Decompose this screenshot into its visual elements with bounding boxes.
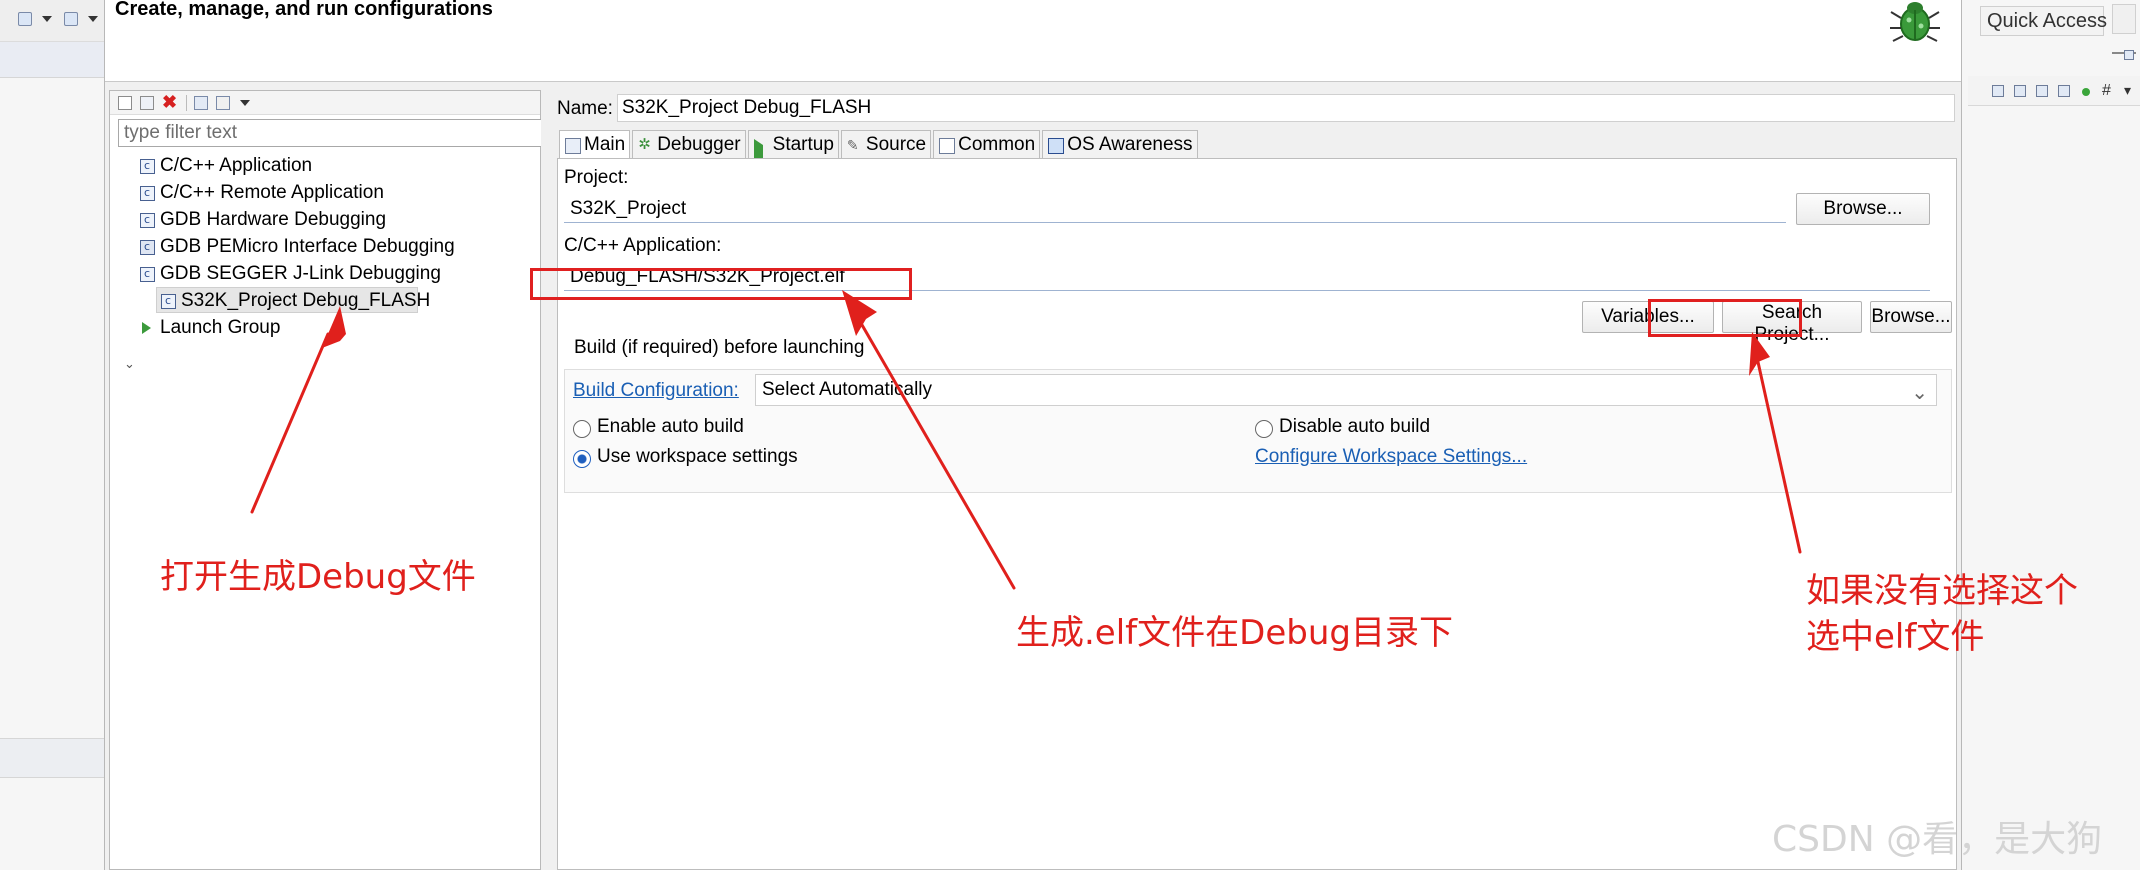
tab-os-awareness[interactable]: OS Awareness	[1042, 130, 1198, 158]
tab-common[interactable]: Common	[933, 130, 1041, 158]
dialog-title: Create, manage, and run configurations	[115, 0, 493, 20]
main-tab-icon	[565, 138, 581, 154]
disable-auto-build-label: Disable auto build	[1279, 416, 1431, 437]
configuration-tree-pane: ✖ C/C++ Application C/C++ Remote Applica…	[109, 90, 542, 870]
common-icon	[939, 138, 956, 154]
tab-label: Common	[958, 134, 1036, 155]
tree-item-label: Launch Group	[160, 317, 281, 338]
tree-item-label: GDB SEGGER J-Link Debugging	[160, 263, 441, 284]
view-menu-icon[interactable]	[240, 100, 250, 106]
c-config-icon	[140, 180, 155, 206]
ide-toolbar	[0, 0, 104, 42]
duplicate-icon[interactable]	[140, 96, 154, 110]
tree-item-label: GDB PEMicro Interface Debugging	[160, 236, 455, 257]
maximize-icon[interactable]	[2124, 50, 2134, 60]
pemicro-icon	[140, 234, 155, 260]
hide-fields-icon[interactable]	[2036, 85, 2048, 97]
ide-right-background	[1962, 0, 2140, 870]
ide-left-view-tab	[0, 42, 104, 78]
view-menu-icon[interactable]: ▾	[2124, 82, 2131, 99]
tab-label: Source	[865, 134, 927, 155]
c-config-icon	[161, 288, 176, 314]
tree-item-label: C/C++ Application	[160, 155, 313, 176]
annotation-select-line2: 选中elf文件	[1806, 617, 1985, 657]
tab-label: Debugger	[657, 134, 741, 155]
run-toolbar-icon[interactable]	[64, 12, 78, 26]
sort-icon[interactable]	[2014, 85, 2026, 97]
source-icon: ✎	[846, 137, 859, 153]
tree-item-label: S32K_Project Debug_FLASH	[181, 290, 431, 311]
configuration-editor-pane: Name: Main ✲ Debugger Startup ✎ Source C…	[553, 90, 1959, 870]
collapse-all-icon[interactable]	[1992, 85, 2004, 97]
name-label: Name:	[557, 98, 613, 119]
build-configuration-select[interactable]: Select Automatically ⌄	[755, 374, 1937, 406]
tab-startup[interactable]: Startup	[747, 130, 839, 165]
chevron-down-icon[interactable]	[88, 16, 98, 22]
tab-debugger[interactable]: ✲ Debugger	[632, 130, 746, 158]
debugger-icon: ✲	[638, 136, 651, 153]
os-awareness-icon	[1048, 138, 1065, 154]
toolbar-separator	[186, 95, 187, 111]
tree-item-label: GDB Hardware Debugging	[160, 209, 387, 230]
chevron-down-icon[interactable]: ⌄	[124, 357, 135, 370]
tab-label: Main	[584, 134, 626, 155]
build-heading: Build (if required) before launching	[574, 337, 865, 358]
dialog-header: Create, manage, and run configurations	[105, 0, 1961, 82]
chevron-down-icon[interactable]	[42, 16, 52, 22]
filter-input[interactable]	[118, 119, 542, 147]
project-browse-button[interactable]: Browse...	[1796, 193, 1930, 225]
build-group: Build Configuration: Select Automaticall…	[564, 369, 1952, 493]
app-browse-button[interactable]: Browse...	[1870, 301, 1952, 333]
perspective-switcher[interactable]	[2112, 4, 2136, 34]
launch-configurations-dialog: Create, manage, and run configurations ✖	[104, 0, 1962, 870]
configuration-toolbar: ✖	[110, 91, 540, 115]
elf-path-highlight	[530, 268, 912, 300]
use-workspace-settings-label: Use workspace settings	[597, 446, 798, 467]
c-config-icon	[140, 153, 155, 179]
hash-icon[interactable]: #	[2102, 82, 2111, 100]
collapse-all-icon[interactable]	[194, 96, 208, 110]
build-configuration-value: Select Automatically	[762, 379, 933, 400]
ide-left-lower-view-tab	[0, 738, 104, 778]
annotation-open-debug: 打开生成Debug文件	[160, 557, 476, 597]
debug-toolbar-icon[interactable]	[18, 12, 32, 26]
build-configuration-link[interactable]: Build Configuration:	[573, 380, 739, 402]
hide-nonpublic-icon[interactable]	[2082, 88, 2090, 96]
watermark: CSDN @看，是大狗	[1772, 819, 2103, 860]
launch-group-icon	[142, 322, 151, 334]
hide-static-icon[interactable]	[2058, 85, 2070, 97]
c-config-icon	[140, 207, 155, 233]
bug-icon	[1890, 2, 1940, 42]
configure-workspace-settings-link[interactable]: Configure Workspace Settings...	[1255, 446, 1527, 468]
new-configuration-icon[interactable]	[118, 96, 132, 110]
enable-auto-build-label: Enable auto build	[597, 416, 744, 437]
pane-splitter[interactable]	[541, 90, 549, 870]
annotation-select-line1: 如果没有选择这个	[1806, 571, 2078, 611]
annotation-elf-in-debug: 生成.elf文件在Debug目录下	[1016, 613, 1453, 653]
tab-main[interactable]: Main	[559, 130, 631, 160]
chevron-down-icon: ⌄	[1911, 382, 1928, 404]
quick-access-field[interactable]: Quick Access	[1980, 6, 2107, 36]
filter-icon[interactable]	[216, 96, 230, 110]
project-label: Project:	[564, 167, 629, 188]
tab-label: Startup	[772, 134, 834, 155]
outline-view-toolbar: # ▾	[1968, 76, 2140, 106]
configuration-tabs: Main ✲ Debugger Startup ✎ Source Common …	[559, 130, 1200, 165]
delete-icon[interactable]: ✖	[162, 92, 177, 112]
project-input[interactable]	[564, 195, 1786, 223]
tree-item-s32k-project-debug-flash[interactable]: S32K_Project Debug_FLASH	[156, 287, 430, 314]
tab-label: OS Awareness	[1067, 134, 1193, 155]
tree-item-label: C/C++ Remote Application	[160, 182, 384, 203]
enable-auto-build-radio[interactable]	[573, 420, 591, 438]
search-project-highlight	[1648, 299, 1802, 337]
main-tab-content: Project: Browse... C/C++ Application: Va…	[557, 158, 1957, 870]
configuration-name-input[interactable]	[617, 94, 1955, 122]
disable-auto-build-radio[interactable]	[1255, 420, 1273, 438]
use-workspace-settings-radio[interactable]	[573, 450, 591, 468]
tab-source[interactable]: ✎ Source	[840, 130, 932, 158]
cpp-application-label: C/C++ Application:	[564, 235, 722, 256]
c-config-icon	[140, 261, 155, 287]
